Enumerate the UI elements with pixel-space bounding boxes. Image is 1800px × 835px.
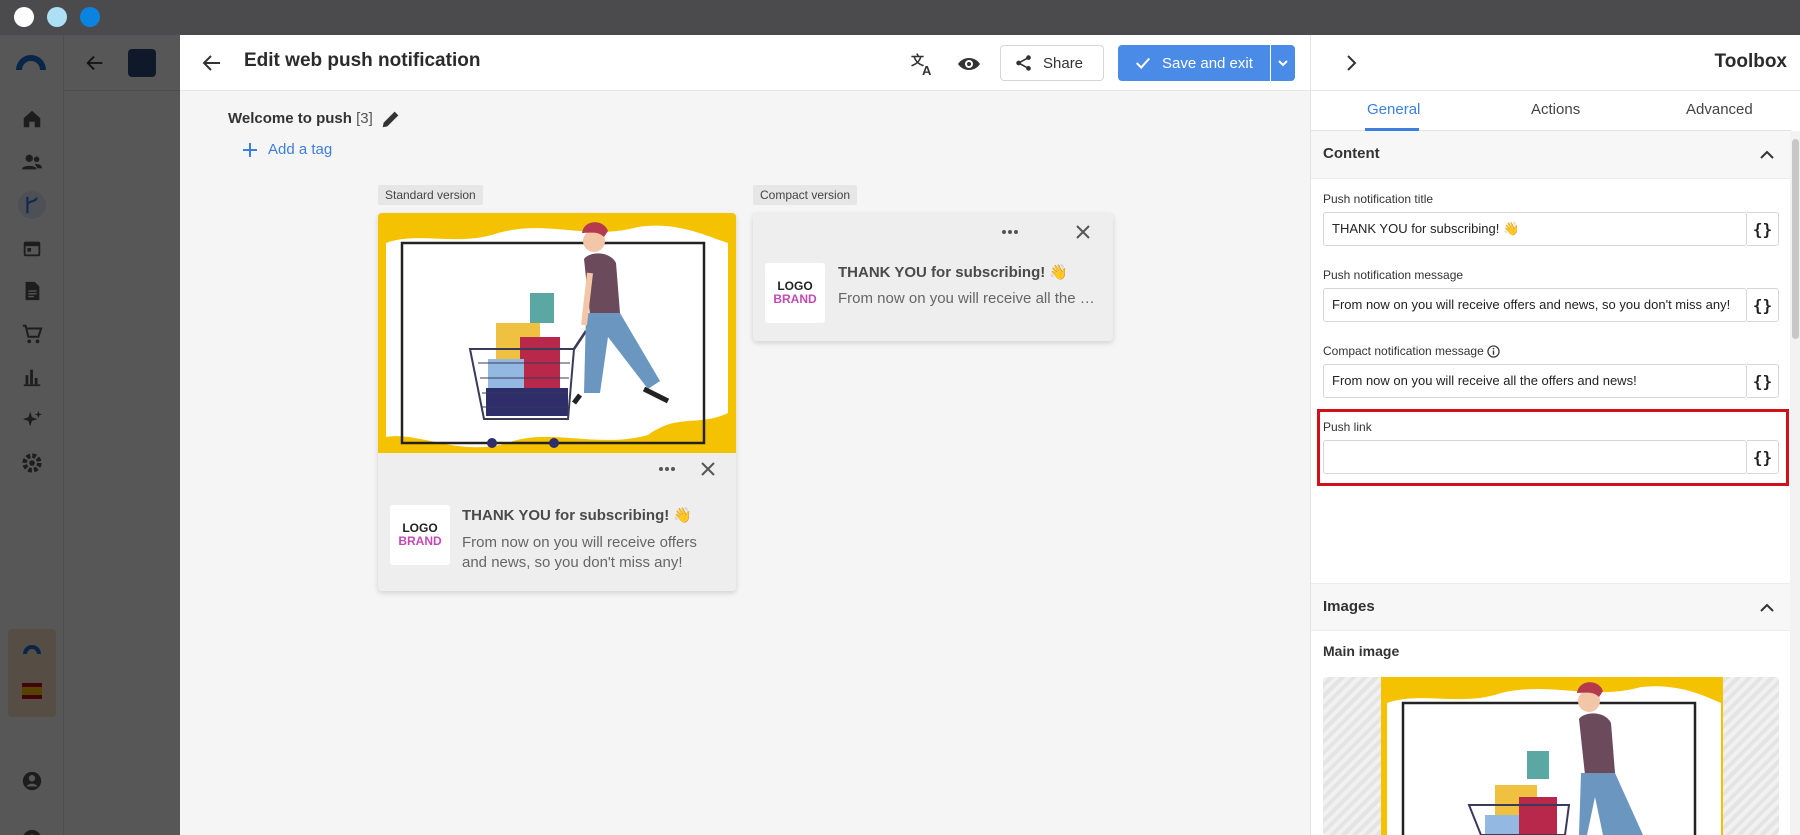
calendar-icon[interactable] <box>18 234 46 262</box>
insert-variable-button[interactable]: {} <box>1747 288 1779 322</box>
editor-title: Edit web push notification <box>244 50 481 71</box>
svg-text:?: ? <box>28 832 36 835</box>
automation-icon[interactable] <box>18 191 46 219</box>
back-arrow-icon <box>86 55 103 71</box>
toolbox-panel: Toolbox General Actions Advanced Content… <box>1310 35 1800 835</box>
chat-icon <box>128 49 156 77</box>
save-options-dropdown[interactable] <box>1271 45 1295 81</box>
share-label: Share <box>1043 54 1084 72</box>
analytics-icon[interactable] <box>18 363 46 391</box>
compact-message-input[interactable]: From now on you will receive all the off… <box>1323 364 1747 398</box>
cart-icon[interactable] <box>18 320 46 348</box>
save-and-exit-button[interactable]: Save and exit <box>1118 45 1270 81</box>
compact-notification-title: THANK YOU for subscribing! 👋 <box>838 264 1069 281</box>
push-message-input[interactable]: From now on you will receive offers and … <box>1323 288 1747 322</box>
tab-advanced[interactable]: Advanced <box>1686 101 1753 118</box>
shopping-illustration <box>1387 682 1721 835</box>
chevron-down-icon <box>1278 60 1288 67</box>
brand-logo: LOGO BRAND <box>390 505 450 565</box>
standard-notification-preview: LOGO BRAND THANK YOU for subscribing! 👋 … <box>378 213 736 591</box>
campaign-name: Welcome to push [3] <box>228 110 373 127</box>
insert-variable-button[interactable]: {} <box>1747 212 1779 246</box>
edit-name-pencil-icon[interactable] <box>380 108 402 130</box>
app-logo-icon <box>16 55 46 70</box>
content-section-header[interactable]: Content <box>1311 131 1791 179</box>
brand-logo: LOGO BRAND <box>765 263 825 323</box>
push-link-input[interactable] <box>1323 440 1747 474</box>
notification-main-image <box>378 213 736 453</box>
campaign-count: [3] <box>356 110 373 127</box>
standard-version-label: Standard version <box>378 185 483 205</box>
user-profile-icon[interactable] <box>18 767 46 795</box>
campaign-name-text: Welcome to push <box>228 110 352 127</box>
main-image-thumbnail <box>1381 677 1723 835</box>
toolbox-tabs: General Actions Advanced <box>1311 91 1791 131</box>
share-button[interactable]: Share <box>1000 45 1104 81</box>
help-icon[interactable]: ? <box>18 825 46 835</box>
more-options-icon[interactable] <box>1001 229 1019 235</box>
close-window-button[interactable] <box>14 7 34 27</box>
push-title-label: Push notification title <box>1323 192 1434 206</box>
standard-notification-title: THANK YOU for subscribing! 👋 <box>462 507 693 524</box>
share-icon <box>1016 55 1031 71</box>
info-icon[interactable] <box>1487 344 1500 358</box>
close-icon[interactable] <box>1075 224 1091 240</box>
close-icon[interactable] <box>700 461 716 477</box>
check-icon <box>1135 57 1151 69</box>
chevron-up-icon[interactable] <box>1757 598 1777 618</box>
home-icon[interactable] <box>18 105 46 133</box>
push-title-input[interactable]: THANK YOU for subscribing! 👋 <box>1323 212 1747 246</box>
editor-header: Edit web push notification 文A Share Save… <box>180 35 1310 91</box>
more-options-icon[interactable] <box>658 466 676 472</box>
images-section-title: Images <box>1323 598 1375 615</box>
tab-general[interactable]: General <box>1367 101 1420 118</box>
compact-notification-message: From now on you will receive all the … <box>838 290 1095 307</box>
push-link-label: Push link <box>1323 420 1372 434</box>
svg-text:A: A <box>922 63 932 77</box>
spain-flag-icon <box>22 683 42 699</box>
add-tag-label: Add a tag <box>268 141 333 158</box>
chevron-right-icon[interactable] <box>1339 51 1363 75</box>
sparkle-icon[interactable] <box>18 406 46 434</box>
toolbox-title: Toolbox <box>1714 51 1787 72</box>
preview-eye-icon[interactable] <box>956 51 982 77</box>
main-image-preview[interactable] <box>1323 677 1779 835</box>
window-titlebar <box>0 0 1800 35</box>
insert-variable-button[interactable]: {} <box>1747 440 1779 474</box>
add-tag-button[interactable]: Add a tag <box>242 141 332 158</box>
push-message-label: Push notification message <box>1323 268 1464 282</box>
compact-message-label: Compact notification message <box>1323 344 1500 358</box>
maximize-window-button[interactable] <box>80 7 100 27</box>
standard-controls <box>658 461 716 477</box>
toolbox-scrollbar-thumb[interactable] <box>1792 139 1799 339</box>
insert-variable-button[interactable]: {} <box>1747 364 1779 398</box>
minimize-window-button[interactable] <box>47 7 67 27</box>
content-section-title: Content <box>1323 145 1380 162</box>
compact-message-label-text: Compact notification message <box>1323 344 1484 358</box>
compact-version-label: Compact version <box>753 185 858 205</box>
toolbox-header: Toolbox <box>1311 35 1800 91</box>
tab-actions[interactable]: Actions <box>1531 101 1580 118</box>
logo-line2: BRAND <box>773 292 817 306</box>
document-icon[interactable] <box>18 277 46 305</box>
shopping-illustration <box>386 222 728 448</box>
back-arrow-icon[interactable] <box>200 51 224 75</box>
push-editor-panel: Edit web push notification 文A Share Save… <box>180 35 1310 835</box>
account-logo-icon <box>23 645 41 654</box>
standard-notification-message: From now on you will receive offers and … <box>462 534 697 571</box>
settings-icon[interactable] <box>18 449 46 477</box>
images-section-header[interactable]: Images <box>1311 583 1791 631</box>
translate-icon[interactable]: 文A <box>910 51 936 77</box>
plus-icon <box>243 142 257 157</box>
chevron-up-icon[interactable] <box>1757 145 1777 165</box>
account-switcher[interactable] <box>8 629 56 717</box>
logo-line2: BRAND <box>398 534 442 548</box>
left-navigation: ? <box>0 35 64 835</box>
compact-notification-preview: LOGO BRAND THANK YOU for subscribing! 👋 … <box>753 213 1113 341</box>
contacts-icon[interactable] <box>18 148 46 176</box>
main-image-label: Main image <box>1323 643 1400 659</box>
save-label: Save and exit <box>1162 54 1253 72</box>
